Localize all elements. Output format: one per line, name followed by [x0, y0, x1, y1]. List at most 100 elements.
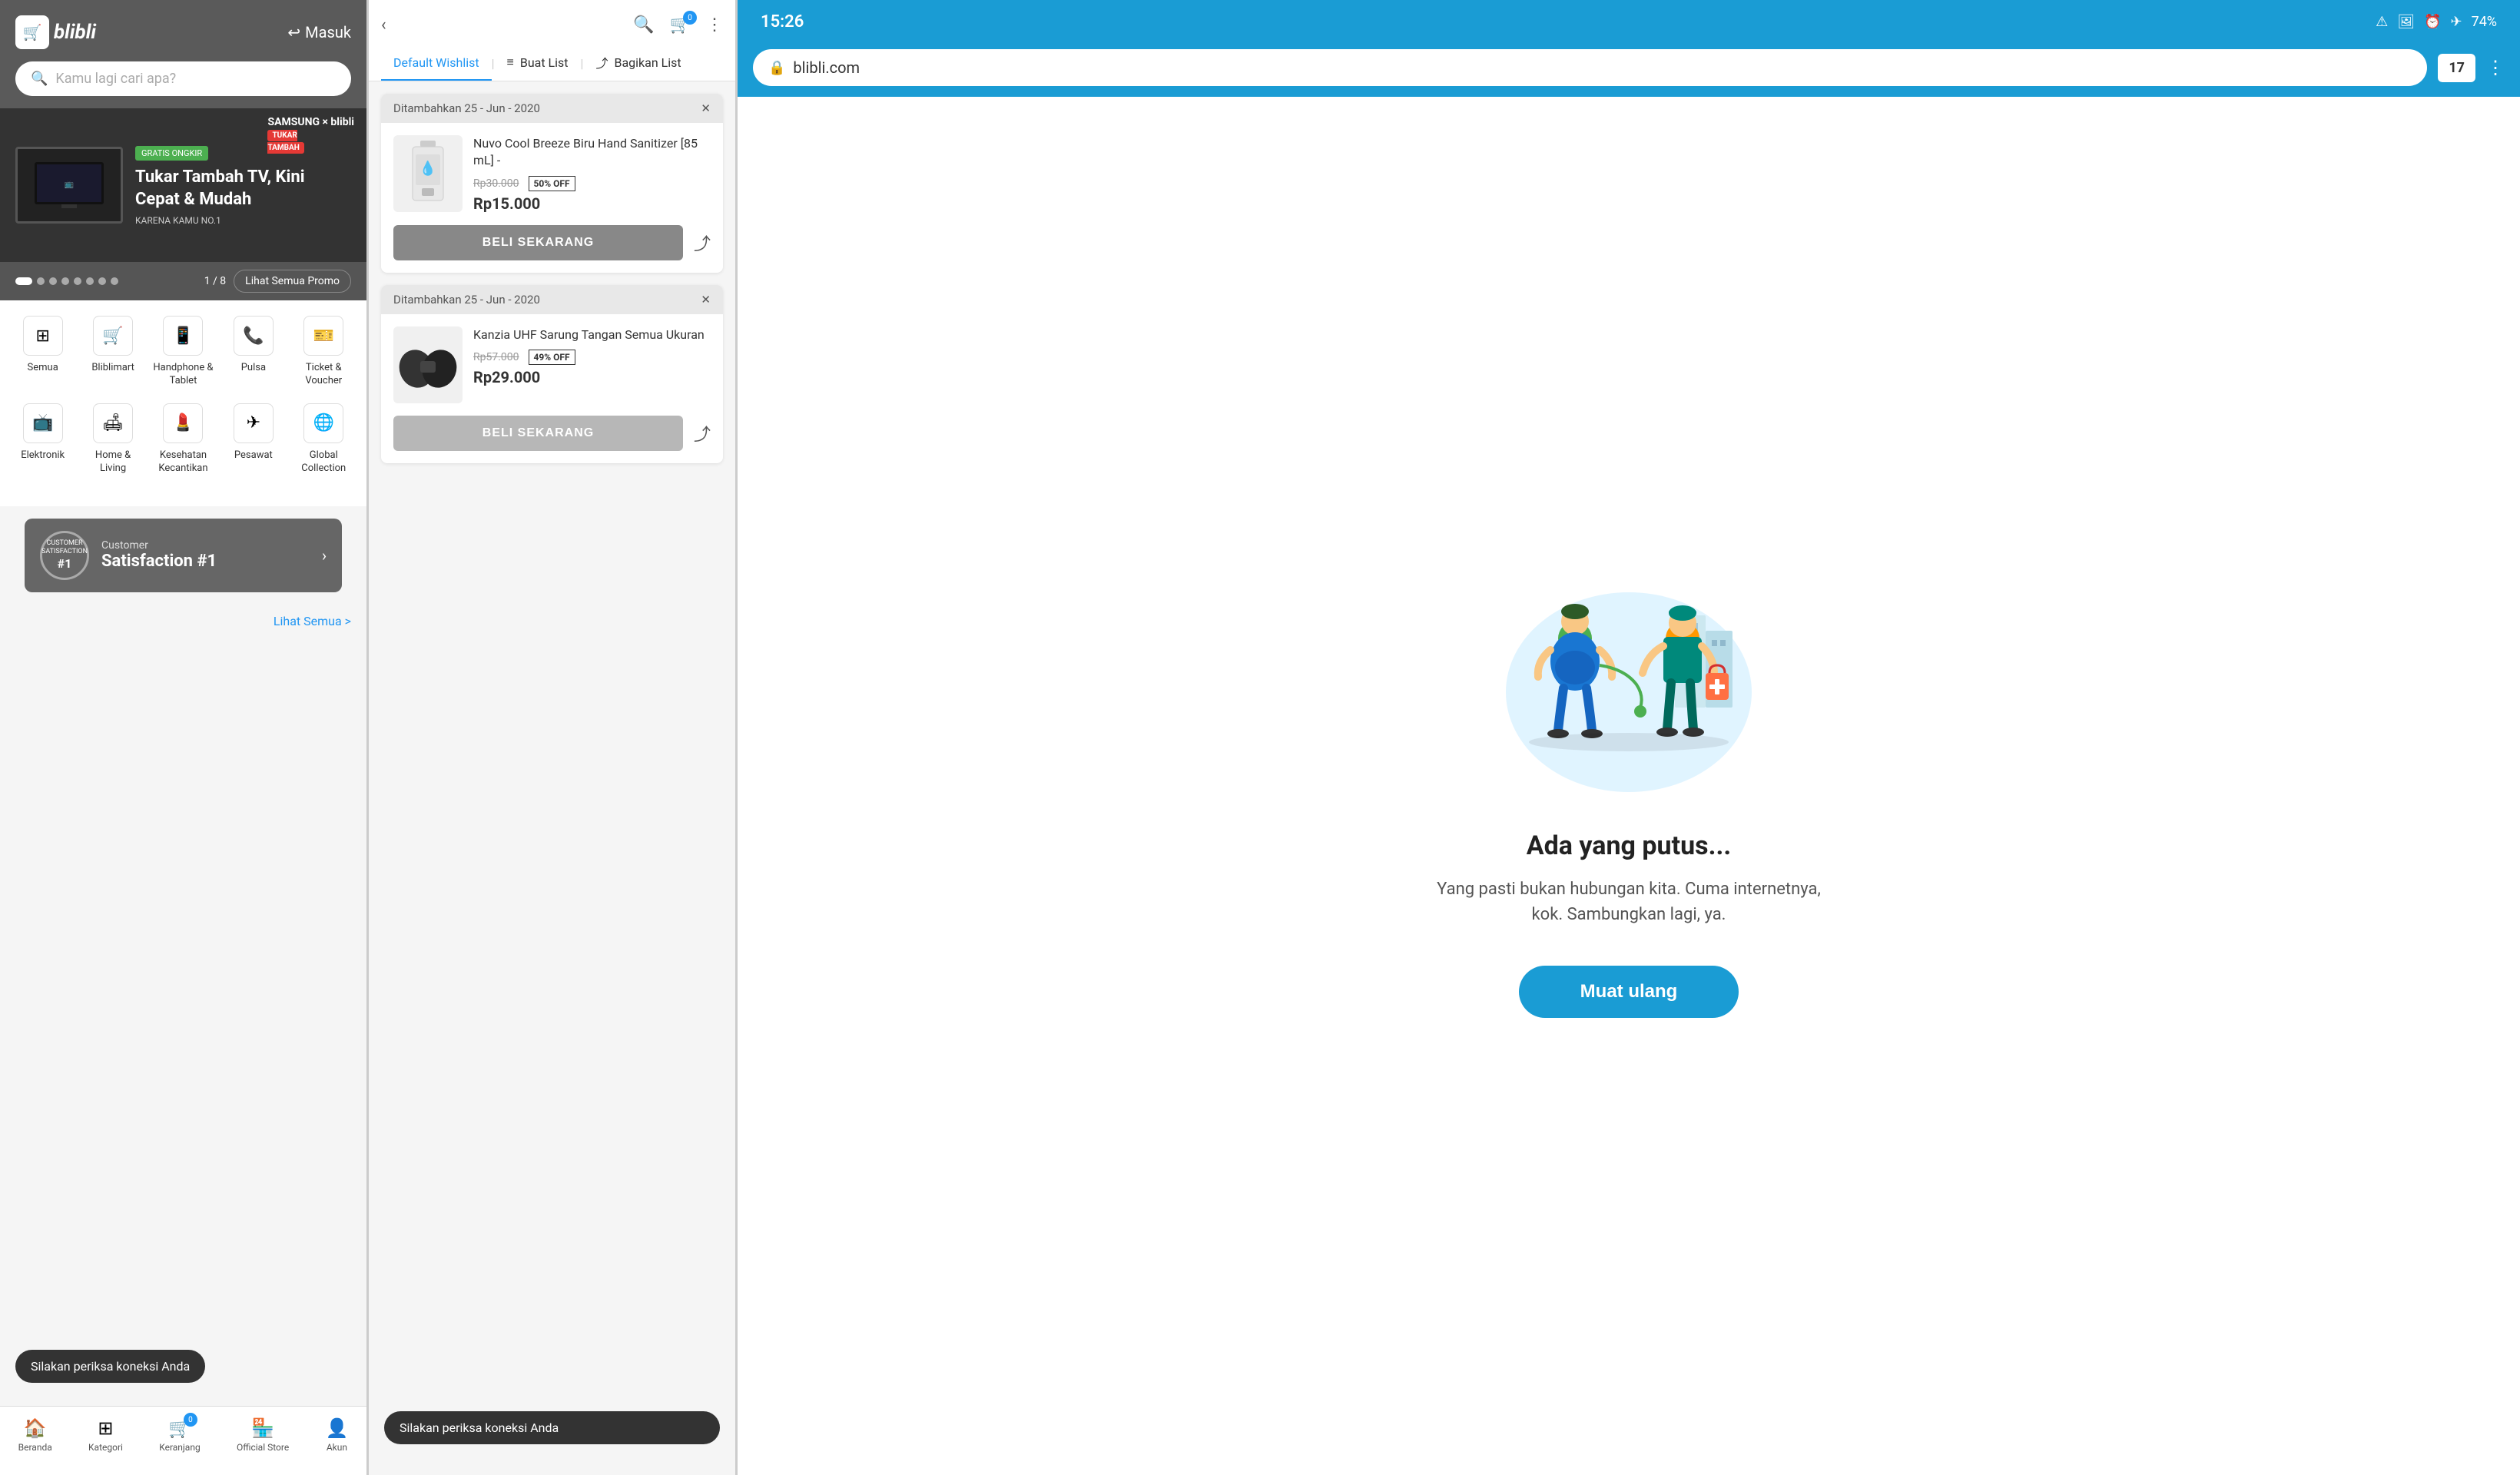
logo: 🛒 blibli: [15, 15, 96, 49]
dot-6: [86, 277, 94, 285]
nav-official-store[interactable]: 🏪 Official Store: [237, 1417, 289, 1463]
official-store-label: Official Store: [237, 1442, 289, 1453]
akun-label: Akun: [327, 1442, 347, 1453]
satisfaction-banner[interactable]: CUSTOMERSATISFACTION#1 Customer Satisfac…: [25, 519, 342, 592]
lihat-semua-promo-button[interactable]: Lihat Semua Promo: [234, 270, 351, 293]
lock-icon: 🔒: [768, 60, 785, 76]
svg-text:💧: 💧: [419, 160, 436, 177]
tab-default-label: Default Wishlist: [393, 55, 479, 70]
elektronik-label: Elektronik: [21, 449, 65, 462]
satisfaction-text: Customer Satisfaction #1: [101, 539, 310, 571]
login-icon: ↩: [287, 23, 300, 41]
error-title: Ada yang putus...: [1527, 830, 1731, 861]
price-row-1: Rp30.000 50% OFF: [473, 176, 711, 191]
blibli-app-panel: 🛒 blibli ↩ Masuk 🔍 Kamu lagi cari apa? 📺: [0, 0, 369, 1475]
price-row-2: Rp57.000 49% OFF: [473, 350, 711, 365]
banner-brand: SAMSUNG × blibliTUKARTAMBAH: [267, 116, 354, 153]
masuk-button[interactable]: ↩ Masuk: [287, 23, 351, 41]
more-icon[interactable]: ⋮: [706, 15, 723, 35]
category-bliblimart[interactable]: 🛒 Bliblimart: [82, 316, 144, 388]
nav-beranda[interactable]: 🏠 Beranda: [18, 1417, 52, 1463]
wishlist-item-2: Ditambahkan 25 - Jun - 2020 ✕ Kanzia UHF…: [381, 285, 723, 463]
category-pulsa[interactable]: 📞 Pulsa: [223, 316, 284, 388]
search-bar[interactable]: 🔍 Kamu lagi cari apa?: [15, 61, 351, 96]
nav-keranjang[interactable]: 🛒 0 Keranjang: [159, 1417, 201, 1463]
card-body-2: Kanzia UHF Sarung Tangan Semua Ukuran Rp…: [381, 314, 723, 416]
product-1-image: 💧: [393, 135, 463, 212]
elektronik-icon: 📺: [23, 403, 63, 443]
categories-section: ⊞ Semua 🛒 Bliblimart 📱 Handphone & Table…: [0, 300, 366, 506]
sale-price-1: Rp15.000: [473, 194, 711, 213]
airplane-icon: ✈: [2450, 14, 2462, 30]
tab-bagikan-list[interactable]: ⤴ Bagikan List: [583, 45, 693, 81]
tab-default-wishlist[interactable]: Default Wishlist: [381, 45, 492, 81]
category-semua[interactable]: ⊞ Semua: [12, 316, 74, 388]
back-button[interactable]: ‹: [381, 15, 386, 35]
pulsa-icon: 📞: [234, 316, 274, 356]
bliblimart-label: Bliblimart: [91, 362, 134, 375]
pesawat-icon: ✈: [234, 403, 274, 443]
category-global[interactable]: 🌐 Global Collection: [293, 403, 354, 476]
bottom-navigation: 🏠 Beranda ⊞ Kategori 🛒 0 Keranjang 🏪 Off…: [0, 1406, 366, 1475]
satisfaction-container: CUSTOMERSATISFACTION#1 Customer Satisfac…: [0, 506, 366, 605]
ticket-icon: 🎫: [303, 316, 343, 356]
card-header-2: Ditambahkan 25 - Jun - 2020 ✕: [381, 285, 723, 314]
home-living-label: Home & Living: [82, 449, 144, 476]
discount-badge-1: 50% OFF: [529, 176, 575, 191]
url-bar[interactable]: 🔒 blibli.com: [753, 49, 2427, 86]
connection-toast: Silakan periksa koneksi Anda: [15, 1350, 205, 1383]
ticket-label: Ticket & Voucher: [293, 362, 354, 388]
error-illustration: [1475, 554, 1782, 800]
kesehatan-icon: 💄: [163, 403, 203, 443]
card-actions-1: BELI SEKARANG ⤴: [381, 225, 723, 273]
handphone-label: Handphone & Tablet: [152, 362, 214, 388]
card-body-1: 💧 Nuvo Cool Breeze Biru Hand Sanitizer […: [381, 123, 723, 225]
status-bar: 15:26 ⚠ 🖼 ⏰ ✈ 74%: [738, 0, 2520, 43]
close-icon-2[interactable]: ✕: [701, 293, 711, 307]
carousel-dots: [15, 277, 118, 285]
nav-akun[interactable]: 👤 Akun: [325, 1417, 348, 1463]
product-2-info: Kanzia UHF Sarung Tangan Semua Ukuran Rp…: [473, 326, 711, 386]
category-home-living[interactable]: 🛋 Home & Living: [82, 403, 144, 476]
dot-4: [61, 277, 69, 285]
promo-bar: 1 / 8 Lihat Semua Promo: [0, 262, 366, 300]
tab-buat-list[interactable]: ≡ Buat List: [495, 45, 581, 81]
search-icon[interactable]: 🔍: [633, 15, 654, 35]
product-2-image: [393, 326, 463, 403]
dot-8: [111, 277, 118, 285]
tab-count[interactable]: 17: [2438, 54, 2475, 82]
reload-button[interactable]: Muat ulang: [1519, 966, 1739, 1018]
category-elektronik[interactable]: 📺 Elektronik: [12, 403, 74, 476]
browser-menu-icon[interactable]: ⋮: [2486, 57, 2505, 78]
category-ticket[interactable]: 🎫 Ticket & Voucher: [293, 316, 354, 388]
error-subtitle: Yang pasti bukan hubungan kita. Cuma int…: [1437, 877, 1821, 927]
promo-banner[interactable]: 📺 GRATIS ONGKIR Tukar Tambah TV, Kini Ce…: [0, 108, 366, 262]
battery-level: 74%: [2472, 14, 2497, 30]
wishlist-item-1: Ditambahkan 25 - Jun - 2020 ✕ 💧: [381, 94, 723, 273]
close-icon-1[interactable]: ✕: [701, 101, 711, 115]
share-button-1[interactable]: ⤴: [694, 230, 711, 255]
dot-1: [15, 277, 32, 285]
discount-badge-2: 49% OFF: [529, 350, 575, 365]
category-handphone[interactable]: 📱 Handphone & Tablet: [152, 316, 214, 388]
cart-icon-container[interactable]: 🛒 0: [670, 15, 691, 35]
wishlist-content: Ditambahkan 25 - Jun - 2020 ✕ 💧: [369, 81, 735, 476]
buy-button-2[interactable]: BELI SEKARANG: [393, 416, 683, 451]
app-header: 🛒 blibli ↩ Masuk: [0, 0, 366, 61]
nav-kategori[interactable]: ⊞ Kategori: [88, 1417, 123, 1463]
date-added-1: Ditambahkan 25 - Jun - 2020: [393, 101, 540, 115]
share-button-2[interactable]: ⤴: [694, 421, 711, 446]
kategori-label: Kategori: [88, 1442, 123, 1453]
lihat-semua-link[interactable]: Lihat Semua >: [0, 605, 366, 638]
dot-2: [37, 277, 45, 285]
satisfaction-arrow: ›: [322, 546, 327, 565]
satisfaction-badge: CUSTOMERSATISFACTION#1: [40, 531, 89, 580]
category-kesehatan[interactable]: 💄 Kesehatan Kecantikan: [152, 403, 214, 476]
buy-button-1[interactable]: BELI SEKARANG: [393, 225, 683, 260]
header-icons: 🔍 🛒 0 ⋮: [633, 15, 723, 35]
svg-text:📺: 📺: [65, 180, 74, 189]
category-pesawat[interactable]: ✈ Pesawat: [223, 403, 284, 476]
beranda-icon: 🏠: [24, 1417, 47, 1439]
date-added-2: Ditambahkan 25 - Jun - 2020: [393, 293, 540, 307]
banner-tv-image: 📺: [15, 147, 123, 224]
